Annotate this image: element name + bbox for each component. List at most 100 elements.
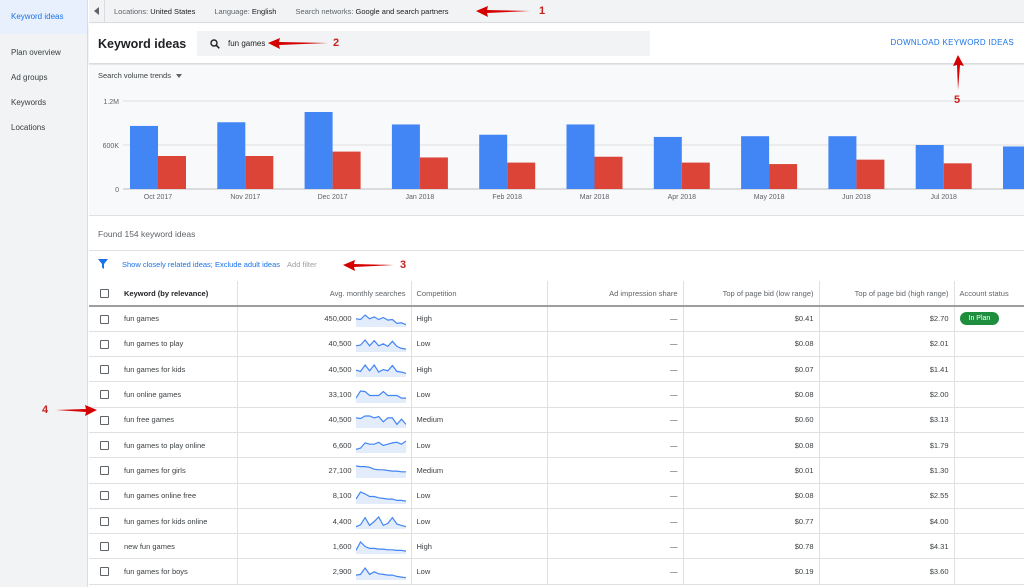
table-row[interactable]: fun games online free 8,100 Low — $0.08 $2.55 bbox=[89, 483, 1024, 509]
sidebar-item-locations[interactable]: Locations bbox=[0, 115, 87, 140]
column-header-competition[interactable]: Competition bbox=[411, 281, 548, 307]
bid-high-cell: $4.31 bbox=[819, 533, 955, 560]
column-header-bid-high[interactable]: Top of page bid (high range) bbox=[819, 281, 955, 307]
competition-cell: Low bbox=[411, 558, 548, 585]
searches-cell: 2,900 bbox=[237, 558, 412, 585]
table-row[interactable]: fun free games 40,500 Medium — $0.60 $3.13 bbox=[89, 407, 1024, 433]
bid-low-cell: $0.08 bbox=[683, 483, 820, 509]
download-keyword-ideas-button[interactable]: DOWNLOAD KEYWORD IDEAS bbox=[890, 38, 1014, 47]
account-status-cell bbox=[954, 558, 1024, 585]
searches-cell: 1,600 bbox=[237, 533, 412, 560]
table-row[interactable]: fun games for girls 27,100 Medium — $0.01 $1.… bbox=[89, 457, 1024, 484]
collapse-sidebar-button[interactable] bbox=[89, 0, 105, 23]
keyword-cell: fun games online free bbox=[119, 483, 238, 509]
sidebar: Keyword ideas Plan overview Ad groups Ke… bbox=[0, 0, 88, 587]
keyword-search-input[interactable]: fun games bbox=[197, 31, 650, 56]
locations-setting[interactable]: Locations: United States bbox=[114, 7, 195, 16]
chart-bar bbox=[507, 162, 536, 189]
row-checkbox[interactable] bbox=[99, 542, 109, 552]
impression-share-cell: — bbox=[547, 432, 684, 459]
chart-bar bbox=[741, 136, 770, 189]
column-header-bid-low[interactable]: Top of page bid (low range) bbox=[683, 281, 820, 307]
row-checkbox-cell bbox=[89, 508, 119, 535]
bid-high-cell: $3.60 bbox=[819, 558, 955, 585]
table-row[interactable]: fun online games 33,100 Low — $0.08 $2.00 bbox=[89, 381, 1024, 408]
in-plan-badge[interactable]: In Plan bbox=[959, 312, 1000, 326]
sidebar-item-keyword-ideas[interactable]: Keyword ideas bbox=[0, 0, 87, 34]
networks-label: Search networks: bbox=[295, 6, 354, 16]
row-checkbox[interactable] bbox=[99, 466, 109, 476]
table-row[interactable]: fun games to play online 6,600 Low — $0.08 $1… bbox=[89, 432, 1024, 459]
searches-wrap: 4,400 bbox=[243, 513, 406, 530]
searches-value: 6,600 bbox=[332, 440, 352, 450]
account-status-cell bbox=[954, 356, 1024, 383]
column-header-impression-share[interactable]: Ad impression share bbox=[547, 281, 684, 307]
impression-share-cell: — bbox=[547, 558, 684, 585]
locations-value: United States bbox=[150, 6, 196, 16]
searches-cell: 40,500 bbox=[237, 356, 412, 383]
row-checkbox[interactable] bbox=[99, 339, 109, 349]
searches-value: 40,500 bbox=[328, 364, 352, 374]
impression-share-cell: — bbox=[547, 407, 684, 433]
sidebar-item-plan-overview[interactable]: Plan overview bbox=[0, 40, 87, 65]
row-checkbox[interactable] bbox=[99, 567, 109, 577]
impression-share-cell: — bbox=[547, 331, 684, 358]
keyword-cell: new fun games bbox=[119, 533, 238, 560]
table-row[interactable]: new fun games 1,600 High — $0.78 $4.31 bbox=[89, 533, 1024, 560]
account-status-cell bbox=[954, 432, 1024, 459]
table-row[interactable]: fun games for kids online 4,400 Low — $0.77 $… bbox=[89, 508, 1024, 535]
trend-sparkline bbox=[355, 389, 406, 403]
bid-high-cell: $1.79 bbox=[819, 432, 955, 459]
competition-cell: Medium bbox=[411, 407, 548, 433]
table-row[interactable]: fun games for kids 40,500 High — $0.07 $1.41 bbox=[89, 356, 1024, 383]
language-setting[interactable]: Language: English bbox=[214, 7, 276, 16]
row-checkbox[interactable] bbox=[99, 491, 109, 501]
searches-wrap: 1,600 bbox=[243, 538, 406, 555]
search-volume-trends-dropdown[interactable]: Search volume trends bbox=[98, 71, 182, 80]
searches-value: 40,500 bbox=[328, 415, 352, 425]
chart-bar bbox=[130, 125, 158, 189]
x-tick-label: May 2018 bbox=[754, 194, 785, 201]
competition-cell: Low bbox=[411, 432, 548, 459]
column-header-account-status[interactable]: Account status bbox=[954, 281, 1024, 307]
row-checkbox[interactable] bbox=[99, 314, 109, 324]
bid-low-cell: $0.78 bbox=[683, 533, 820, 560]
sparkline-area bbox=[355, 466, 406, 479]
searches-wrap: 40,500 bbox=[243, 336, 406, 352]
row-checkbox[interactable] bbox=[99, 365, 109, 374]
networks-setting[interactable]: Search networks: Google and search partn… bbox=[295, 7, 448, 16]
y-tick-label: 0 bbox=[115, 187, 119, 194]
filter-chip[interactable]: Show closely related ideas; Exclude adul… bbox=[122, 260, 280, 269]
account-status-cell bbox=[954, 533, 1024, 560]
sidebar-item-ad-groups[interactable]: Ad groups bbox=[0, 65, 87, 90]
table-row[interactable]: fun games 450,000 High — $0.41 $2.70 In Plan bbox=[89, 306, 1024, 332]
searches-wrap: 40,500 bbox=[243, 361, 406, 378]
column-header-keyword[interactable]: Keyword (by relevance) bbox=[119, 281, 238, 307]
bid-low-cell: $0.08 bbox=[683, 432, 820, 459]
trend-sparkline bbox=[355, 490, 406, 504]
keyword-cell: fun games for kids online bbox=[119, 508, 238, 535]
trend-sparkline bbox=[355, 566, 406, 580]
table-row[interactable]: fun games to play 40,500 Low — $0.08 $2.01 bbox=[89, 331, 1024, 358]
filter-icon[interactable] bbox=[98, 259, 108, 269]
competition-cell: Medium bbox=[411, 457, 548, 484]
x-tick-label: Apr 2018 bbox=[668, 194, 697, 201]
x-tick-label: Feb 2018 bbox=[492, 194, 522, 201]
row-checkbox-cell bbox=[89, 457, 119, 484]
competition-cell: Low bbox=[411, 483, 548, 509]
competition-cell: High bbox=[411, 356, 548, 383]
sparkline-area bbox=[355, 542, 406, 555]
row-checkbox[interactable] bbox=[99, 516, 109, 526]
row-checkbox[interactable] bbox=[99, 440, 109, 450]
column-header-searches[interactable]: Avg. monthly searches bbox=[237, 281, 412, 307]
impression-share-cell: — bbox=[547, 356, 684, 383]
select-all-checkbox[interactable] bbox=[99, 288, 109, 298]
row-checkbox-cell bbox=[89, 306, 119, 332]
row-checkbox[interactable] bbox=[99, 390, 109, 400]
add-filter-button[interactable]: Add filter bbox=[287, 260, 317, 269]
app-root: Keyword ideas Plan overview Ad groups Ke… bbox=[0, 0, 1024, 587]
bid-low-cell: $0.19 bbox=[683, 558, 820, 585]
sidebar-item-keywords[interactable]: Keywords bbox=[0, 90, 87, 115]
row-checkbox[interactable] bbox=[99, 415, 109, 425]
table-row[interactable]: fun games for boys 2,900 Low — $0.19 $3.60 bbox=[89, 558, 1024, 585]
